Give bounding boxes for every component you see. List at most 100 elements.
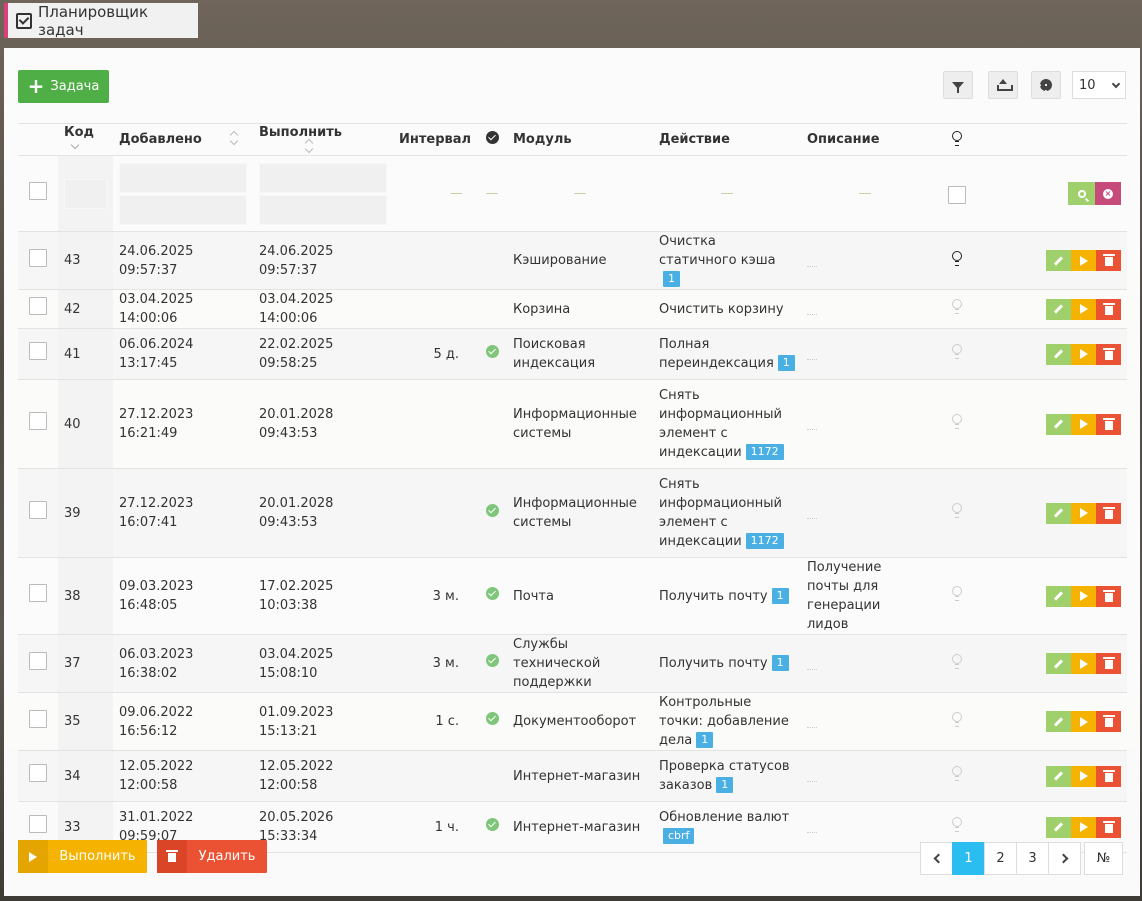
- row-description: [801, 801, 929, 853]
- delete-button[interactable]: [1096, 653, 1121, 674]
- run-button[interactable]: [1071, 250, 1096, 271]
- active-check-icon[interactable]: [485, 586, 499, 600]
- lightbulb-icon[interactable]: [952, 344, 962, 359]
- delete-button[interactable]: [1096, 585, 1121, 607]
- delete-button[interactable]: [1096, 413, 1121, 435]
- row-checkbox[interactable]: [29, 584, 47, 602]
- code-filter-input[interactable]: [64, 178, 107, 209]
- row-checkbox[interactable]: [29, 297, 47, 315]
- run-button[interactable]: [1071, 765, 1096, 787]
- page-2-button[interactable]: 2: [984, 842, 1017, 875]
- edit-button[interactable]: [1046, 298, 1071, 320]
- delete-button[interactable]: [1096, 816, 1121, 838]
- run-button[interactable]: [1071, 585, 1096, 607]
- lightbulb-icon[interactable]: [952, 586, 962, 601]
- next-page-button[interactable]: [1048, 842, 1081, 875]
- lightbulb-icon[interactable]: [952, 653, 962, 669]
- lightbulb-icon[interactable]: [952, 766, 962, 781]
- table-row[interactable]: 40 27.12.2023 16:21:49 20.01.2028 09:43:53…: [18, 379, 1127, 469]
- row-execute: 20.01.2028 09:43:53: [253, 468, 393, 558]
- run-button[interactable]: [1071, 413, 1096, 435]
- row-checkbox[interactable]: [29, 248, 47, 267]
- select-all-checkbox[interactable]: [29, 181, 47, 200]
- indexed-filter-checkbox[interactable]: [948, 185, 966, 204]
- column-execute[interactable]: Выполнить: [253, 123, 393, 156]
- row-checkbox[interactable]: [29, 709, 47, 728]
- delete-button[interactable]: [1096, 502, 1121, 524]
- filter-button[interactable]: [943, 71, 973, 99]
- goto-page-button[interactable]: №: [1084, 842, 1123, 875]
- active-check-icon[interactable]: [485, 817, 499, 831]
- delete-button[interactable]: [1096, 765, 1121, 787]
- run-button[interactable]: [1071, 653, 1096, 674]
- run-button[interactable]: [1071, 816, 1096, 838]
- lightbulb-icon[interactable]: [952, 299, 962, 314]
- row-checkbox[interactable]: [29, 501, 47, 519]
- lightbulb-icon[interactable]: [952, 414, 962, 429]
- page-1-button[interactable]: 1: [952, 842, 985, 875]
- table-row[interactable]: 43 24.06.2025 09:57:37 24.06.2025 09:57:37…: [18, 231, 1127, 290]
- edit-button[interactable]: [1046, 250, 1071, 271]
- apply-filter-button[interactable]: [1068, 182, 1095, 205]
- module-filter-select[interactable]: —: [513, 184, 647, 203]
- page-3-button[interactable]: 3: [1016, 842, 1049, 875]
- table-row[interactable]: 35 09.06.2022 16:56:12 01.09.2023 15:13:21…: [18, 692, 1127, 751]
- active-check-icon[interactable]: [485, 654, 499, 667]
- delete-button[interactable]: [1096, 250, 1121, 271]
- add-task-button[interactable]: + Задача: [18, 70, 109, 103]
- table-row[interactable]: 41 06.06.2024 13:17:45 22.02.2025 09:58:25…: [18, 328, 1127, 380]
- settings-button[interactable]: [1031, 71, 1061, 99]
- edit-button[interactable]: [1046, 413, 1071, 435]
- row-checkbox[interactable]: [29, 764, 47, 782]
- lightbulb-icon[interactable]: [952, 711, 962, 727]
- run-button[interactable]: [1071, 711, 1096, 732]
- edit-button[interactable]: [1046, 816, 1071, 838]
- run-selected-button[interactable]: Выполнить: [18, 840, 147, 873]
- clear-filter-button[interactable]: ×: [1095, 182, 1121, 205]
- lightbulb-icon[interactable]: [952, 503, 962, 518]
- delete-button[interactable]: [1096, 711, 1121, 732]
- edit-button[interactable]: [1046, 765, 1071, 787]
- active-check-icon[interactable]: [485, 503, 499, 517]
- table-row[interactable]: 38 09.03.2023 16:48:05 17.02.2025 10:03:38…: [18, 557, 1127, 635]
- description-filter-select[interactable]: —: [807, 184, 923, 203]
- run-button[interactable]: [1071, 502, 1096, 524]
- page-size-select[interactable]: 10: [1072, 71, 1126, 99]
- row-checkbox[interactable]: [29, 342, 47, 360]
- active-check-icon[interactable]: [485, 344, 499, 358]
- row-action: Очистка статичного кэша1: [653, 231, 801, 290]
- execute-from-filter[interactable]: [259, 162, 387, 193]
- lightbulb-icon[interactable]: [952, 250, 962, 266]
- edit-button[interactable]: [1046, 653, 1071, 674]
- active-filter-select[interactable]: —: [477, 184, 507, 203]
- row-checkbox[interactable]: [29, 651, 47, 670]
- prev-page-button[interactable]: [920, 842, 953, 875]
- table-row[interactable]: 34 12.05.2022 12:00:58 12.05.2022 12:00:58…: [18, 750, 1127, 802]
- export-button[interactable]: [988, 71, 1018, 99]
- table-row[interactable]: 37 06.03.2023 16:38:02 03.04.2025 15:08:10…: [18, 634, 1127, 693]
- delete-button[interactable]: [1096, 343, 1121, 365]
- chevron-left-icon: [933, 853, 943, 864]
- column-code[interactable]: Код: [58, 123, 113, 156]
- delete-button[interactable]: [1096, 298, 1121, 320]
- edit-button[interactable]: [1046, 585, 1071, 607]
- active-check-icon[interactable]: [485, 712, 499, 725]
- edit-button[interactable]: [1046, 711, 1071, 732]
- added-to-filter[interactable]: [119, 194, 247, 225]
- row-checkbox[interactable]: [29, 815, 47, 833]
- run-button[interactable]: [1071, 298, 1096, 320]
- execute-to-filter[interactable]: [259, 194, 387, 225]
- row-checkbox[interactable]: [29, 412, 47, 430]
- action-filter-select[interactable]: —: [659, 184, 795, 203]
- table-row[interactable]: 42 03.04.2025 14:00:06 03.04.2025 14:00:06…: [18, 289, 1127, 329]
- delete-selected-button[interactable]: Удалить: [157, 840, 267, 873]
- interval-filter-select[interactable]: —: [399, 184, 471, 203]
- lightbulb-icon[interactable]: [952, 817, 962, 832]
- added-from-filter[interactable]: [119, 162, 247, 193]
- table-row[interactable]: 39 27.12.2023 16:07:41 20.01.2028 09:43:53…: [18, 468, 1127, 558]
- edit-button[interactable]: [1046, 343, 1071, 365]
- edit-button[interactable]: [1046, 502, 1071, 524]
- window-title-tab[interactable]: Планировщик задач: [4, 3, 198, 39]
- column-added[interactable]: Добавлено: [113, 123, 253, 156]
- run-button[interactable]: [1071, 343, 1096, 365]
